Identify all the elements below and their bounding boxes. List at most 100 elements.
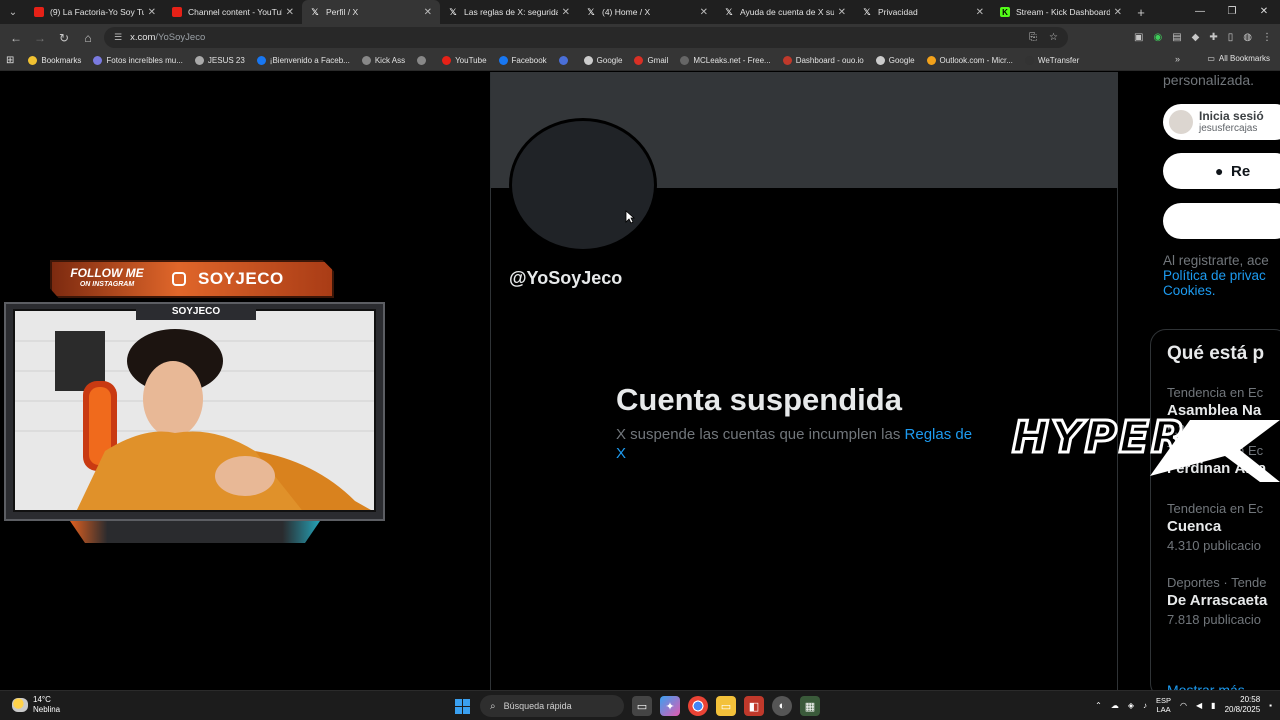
reload-icon[interactable]: ↻ (52, 31, 76, 45)
close-tab-icon[interactable]: ✕ (976, 7, 984, 18)
wifi-icon[interactable]: ◠ (1180, 701, 1187, 710)
bookmark-label: Outlook.com - Micr... (939, 56, 1013, 65)
all-bookmarks[interactable]: ▭ All Bookmarks (1207, 54, 1270, 63)
app-icon[interactable]: ◐ (772, 696, 792, 716)
browser-tab[interactable]: Channel content - YouTub ✕ (164, 0, 302, 24)
profile-avatar[interactable] (509, 118, 657, 252)
more-bookmarks-icon[interactable]: » (1175, 54, 1180, 64)
close-window-icon[interactable]: ✕ (1248, 0, 1280, 24)
close-tab-icon[interactable]: ✕ (562, 7, 570, 18)
star-icon (28, 56, 38, 65)
bookmark-item[interactable]: Facebook (498, 56, 547, 65)
close-tab-icon[interactable]: ✕ (700, 7, 708, 18)
chrome-icon[interactable] (688, 696, 708, 716)
windows-taskbar: 14°C Neblina ⌕ Búsqueda rápida ▭ ✦ ▭ ◧ ◐… (0, 690, 1280, 720)
bookmark-item[interactable]: Google (583, 56, 622, 65)
apps-grid-icon[interactable]: ⊞ (6, 55, 14, 66)
globe-icon (361, 56, 371, 65)
microsoft-icon (926, 56, 936, 65)
bookmark-item[interactable]: Dashboard - ouo.io (782, 56, 864, 65)
close-tab-icon[interactable]: ✕ (286, 7, 294, 18)
close-tab-icon[interactable]: ✕ (148, 7, 156, 18)
forward-icon[interactable]: → (28, 31, 52, 45)
bookmark-star-icon[interactable]: ☆ (1049, 32, 1058, 43)
clock[interactable]: 20:58 20/8/2025 (1225, 695, 1261, 715)
lang-line1: ESP (1156, 696, 1172, 705)
tab-label: (9) La Factoria-Yo Soy Tu (50, 7, 144, 17)
copilot-icon[interactable]: ✦ (660, 696, 680, 716)
battery-icon[interactable]: ▮ (1211, 701, 1215, 710)
google-signin-button[interactable]: Inicia sesió jesusfercajas (1163, 104, 1280, 140)
bookmark-item[interactable]: Outlook.com - Micr... (926, 56, 1013, 65)
weather-widget[interactable]: 14°C Neblina (12, 695, 60, 715)
profile-handle: @YoSoyJeco (509, 268, 623, 288)
extension-icon[interactable]: ◆ (1192, 32, 1200, 43)
volume-icon[interactable]: ◀ (1196, 701, 1202, 710)
start-button[interactable] (452, 696, 472, 716)
sidebar-icon[interactable]: ▯ (1228, 32, 1234, 43)
close-tab-icon[interactable]: ✕ (424, 7, 432, 18)
bookmark-item[interactable]: Bookmarks (28, 56, 81, 65)
new-tab-button[interactable]: + (1130, 5, 1152, 20)
site-info-icon[interactable]: ☰ (114, 32, 122, 43)
app-icon[interactable]: ▦ (800, 696, 820, 716)
bookmark-item[interactable]: MCLeaks.net - Free... (680, 56, 771, 65)
restore-icon[interactable]: ❐ (1216, 0, 1248, 24)
bookmark-item[interactable]: WeTransfer (1024, 56, 1079, 65)
extensions-puzzle-icon[interactable]: ✚ (1209, 32, 1217, 43)
globe-icon (417, 56, 427, 65)
microphone-icon[interactable]: ♪ (1143, 701, 1147, 710)
cookies-link[interactable]: Cookies. (1163, 283, 1269, 298)
close-tab-icon[interactable]: ✕ (1114, 7, 1122, 18)
browser-tab[interactable]: 𝕏 Privacidad ✕ (854, 0, 992, 24)
weather-fog-icon (12, 698, 28, 712)
privacy-link[interactable]: Política de privac (1163, 268, 1269, 283)
create-account-button[interactable] (1163, 203, 1280, 239)
browser-tab[interactable]: (9) La Factoria-Yo Soy Tu ✕ (26, 0, 164, 24)
browser-tab[interactable]: 𝕏 Perfil / X ✕ (302, 0, 440, 24)
app-icon[interactable]: ◧ (744, 696, 764, 716)
extension-icon[interactable]: ▣ (1134, 32, 1143, 43)
address-bar[interactable]: ☰ x.com/YoSoyJeco ⎘ ☆ (104, 27, 1068, 48)
install-app-icon[interactable]: ⎘ (1029, 32, 1037, 43)
bookmark-item[interactable]: YouTube (442, 56, 487, 65)
bookmark-item[interactable] (558, 56, 572, 65)
apple-signin-button[interactable]: ● Re (1163, 153, 1280, 189)
bookmark-item[interactable]: Kick Ass (361, 56, 405, 65)
bookmark-item[interactable] (417, 56, 430, 65)
close-tab-icon[interactable]: ✕ (838, 7, 846, 18)
back-icon[interactable]: ← (4, 31, 28, 45)
browser-tab[interactable]: 𝕏 Ayuda de cuenta de X su ✕ (716, 0, 854, 24)
folder-icon (194, 56, 204, 65)
tab-label: Stream - Kick Dashboard (1016, 7, 1110, 17)
app-tray-icon[interactable]: ◈ (1128, 701, 1134, 710)
bookmark-item[interactable]: Gmail (634, 56, 668, 65)
browser-tab[interactable]: K Stream - Kick Dashboard ✕ (992, 0, 1130, 24)
extension-green-icon[interactable]: ◉ (1153, 32, 1162, 43)
browser-tab[interactable]: 𝕏 (4) Home / X ✕ (578, 0, 716, 24)
bookmark-item[interactable]: Google (875, 56, 915, 65)
home-icon[interactable]: ⌂ (76, 31, 100, 45)
show-hidden-icons[interactable]: ⌃ (1095, 701, 1102, 710)
tab-search-icon[interactable]: ⌄ (0, 0, 26, 24)
show-more-link[interactable]: Mostrar más (1167, 682, 1245, 690)
minimize-icon[interactable]: — (1184, 0, 1216, 24)
browser-tab[interactable]: 𝕏 Las reglas de X: segurida ✕ (440, 0, 578, 24)
trend-item[interactable]: Tendencia en Ec Cuenca 4.310 publicacio (1167, 501, 1263, 555)
trend-item[interactable]: Deportes · Tende De Arrascaeta 7.818 publi… (1167, 575, 1267, 629)
address-host: x.com (130, 32, 156, 43)
bookmark-item[interactable]: Fotos increíbles mu... (93, 56, 183, 65)
menu-dots-icon[interactable]: ⋮ (1262, 32, 1272, 43)
bookmark-label: YouTube (455, 56, 487, 65)
notifications-icon[interactable]: ▪ (1269, 701, 1272, 710)
bookmark-item[interactable]: JESUS 23 (194, 56, 245, 65)
file-explorer-icon[interactable]: ▭ (716, 696, 736, 716)
taskbar-search[interactable]: ⌕ Búsqueda rápida (480, 695, 624, 717)
profile-avatar-icon[interactable]: ◍ (1243, 32, 1252, 43)
language-indicator[interactable]: ESP LAA (1156, 696, 1171, 714)
facebook-icon (256, 56, 266, 65)
task-view-icon[interactable]: ▭ (632, 696, 652, 716)
onedrive-icon[interactable]: ☁ (1111, 701, 1119, 710)
bookmark-item[interactable]: ¡Bienvenido a Faceb... (256, 56, 350, 65)
extension-icon[interactable]: ▤ (1172, 32, 1181, 43)
